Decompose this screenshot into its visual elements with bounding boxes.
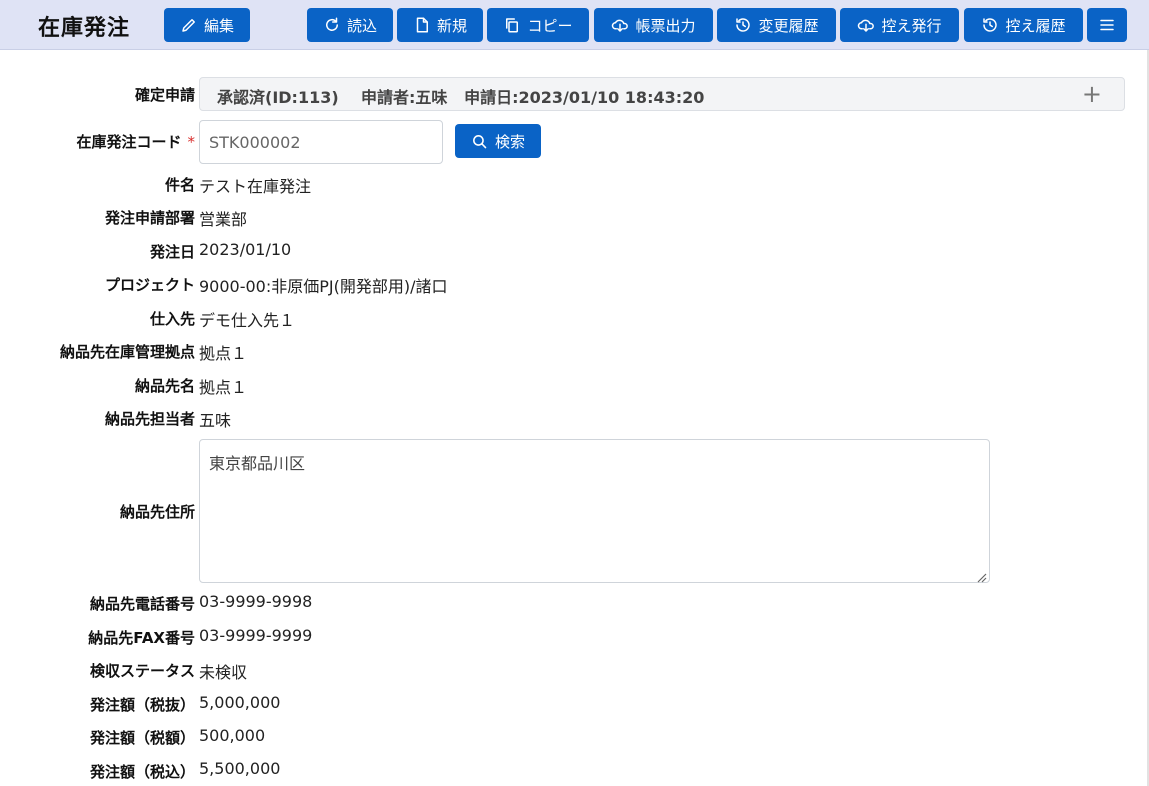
project-label: プロジェクト [104,276,195,294]
copy-issue-button-label: 控え発行 [881,16,942,35]
delivery-phone-value: 03-9999-9998 [199,592,313,611]
subject-value: テスト在庫発注 [199,177,312,196]
amount-tax-value: 500,000 [199,726,266,745]
supplier-value: デモ仕入先１ [199,311,296,330]
delivery-address-text: 東京都品川区 [209,454,306,473]
delivery-person-label: 納品先担当者 [104,410,195,428]
expand-plus-icon[interactable]: + [1082,82,1102,106]
copy-history-button[interactable]: 控え履歴 [964,8,1083,42]
supplier-label: 仕入先 [149,310,195,328]
search-button-label: 検索 [494,132,525,151]
amount-excl-label: 発注額（税抜） [89,696,195,714]
change-history-button[interactable]: 変更履歴 [717,8,836,42]
delivery-address-textarea[interactable]: 東京都品川区 [199,439,990,583]
report-output-button[interactable]: 帳票出力 [594,8,713,42]
edit-button-label: 編集 [203,16,234,35]
delivery-address-label: 納品先住所 [119,503,195,521]
refresh-icon [323,16,341,34]
delivery-name-label: 納品先名 [134,377,195,395]
inspection-status-value: 未検収 [199,663,248,682]
copy-icon [503,16,521,34]
resize-handle-icon[interactable] [975,568,987,583]
department-label: 発注申請部署 [104,209,195,227]
code-label-text: 在庫発注コード [76,133,182,151]
subject-label: 件名 [164,176,195,194]
cloud-download-icon [857,16,875,34]
page-title: 在庫発注 [38,16,131,41]
inspection-status-label: 検収ステータス [89,662,195,680]
department-value: 営業部 [199,210,248,229]
delivery-phone-label: 納品先電話番号 [89,595,195,613]
amount-excl-value: 5,000,000 [199,693,281,712]
history-icon [981,16,999,34]
code-label: 在庫発注コード * [76,131,195,152]
hamburger-icon [1098,16,1116,34]
search-button[interactable]: 検索 [455,124,541,158]
reload-button-label: 読込 [346,16,377,35]
app-header: 在庫発注 編集 読込 新規 コピー 帳票出力 変更履歴 控え発行 控え履歴 [0,0,1149,50]
copy-button-label: コピー [527,16,573,35]
cloud-download-icon [611,16,629,34]
menu-button[interactable] [1087,8,1127,42]
delivery-name-value: 拠点１ [199,378,248,397]
report-output-button-label: 帳票出力 [635,16,696,35]
approval-date: 申請日:2023/01/10 18:43:20 [464,88,705,107]
project-value: 9000-00:非原価PJ(開発部用)/諸口 [199,277,448,296]
approval-panel: 承認済(ID:113) 申請者:五味 申請日:2023/01/10 18:43:… [199,77,1125,111]
edit-button[interactable]: 編集 [164,8,250,42]
search-icon [473,134,487,148]
order-date-label: 発注日 [149,243,195,261]
delivery-base-label: 納品先在庫管理拠点 [59,343,195,361]
delivery-base-value: 拠点１ [199,344,248,363]
required-mark: * [187,133,196,151]
approval-label: 確定申請 [134,86,195,104]
amount-incl-label: 発注額（税込） [89,763,195,781]
copy-history-button-label: 控え履歴 [1005,16,1066,35]
approval-summary: 承認済(ID:113) 申請者:五味 申請日:2023/01/10 18:43:… [217,84,704,108]
copy-button[interactable]: コピー [487,8,589,42]
file-icon [413,16,431,34]
amount-incl-value: 5,500,000 [199,759,281,778]
delivery-fax-label: 納品先FAX番号 [88,629,195,647]
new-button-label: 新規 [436,16,467,35]
approval-status: 承認済(ID:113) [217,88,339,107]
history-icon [734,16,752,34]
reload-button[interactable]: 読込 [307,8,393,42]
amount-tax-label: 発注額（税額） [89,729,195,747]
delivery-person-value: 五味 [199,411,232,430]
pencil-icon [180,16,198,34]
copy-issue-button[interactable]: 控え発行 [840,8,959,42]
order-date-value: 2023/01/10 [199,240,292,259]
approval-applicant: 申請者:五味 [360,88,448,107]
delivery-fax-value: 03-9999-9999 [199,626,313,645]
stock-order-code-input[interactable] [199,120,443,164]
change-history-button-label: 変更履歴 [758,16,819,35]
new-button[interactable]: 新規 [397,8,483,42]
